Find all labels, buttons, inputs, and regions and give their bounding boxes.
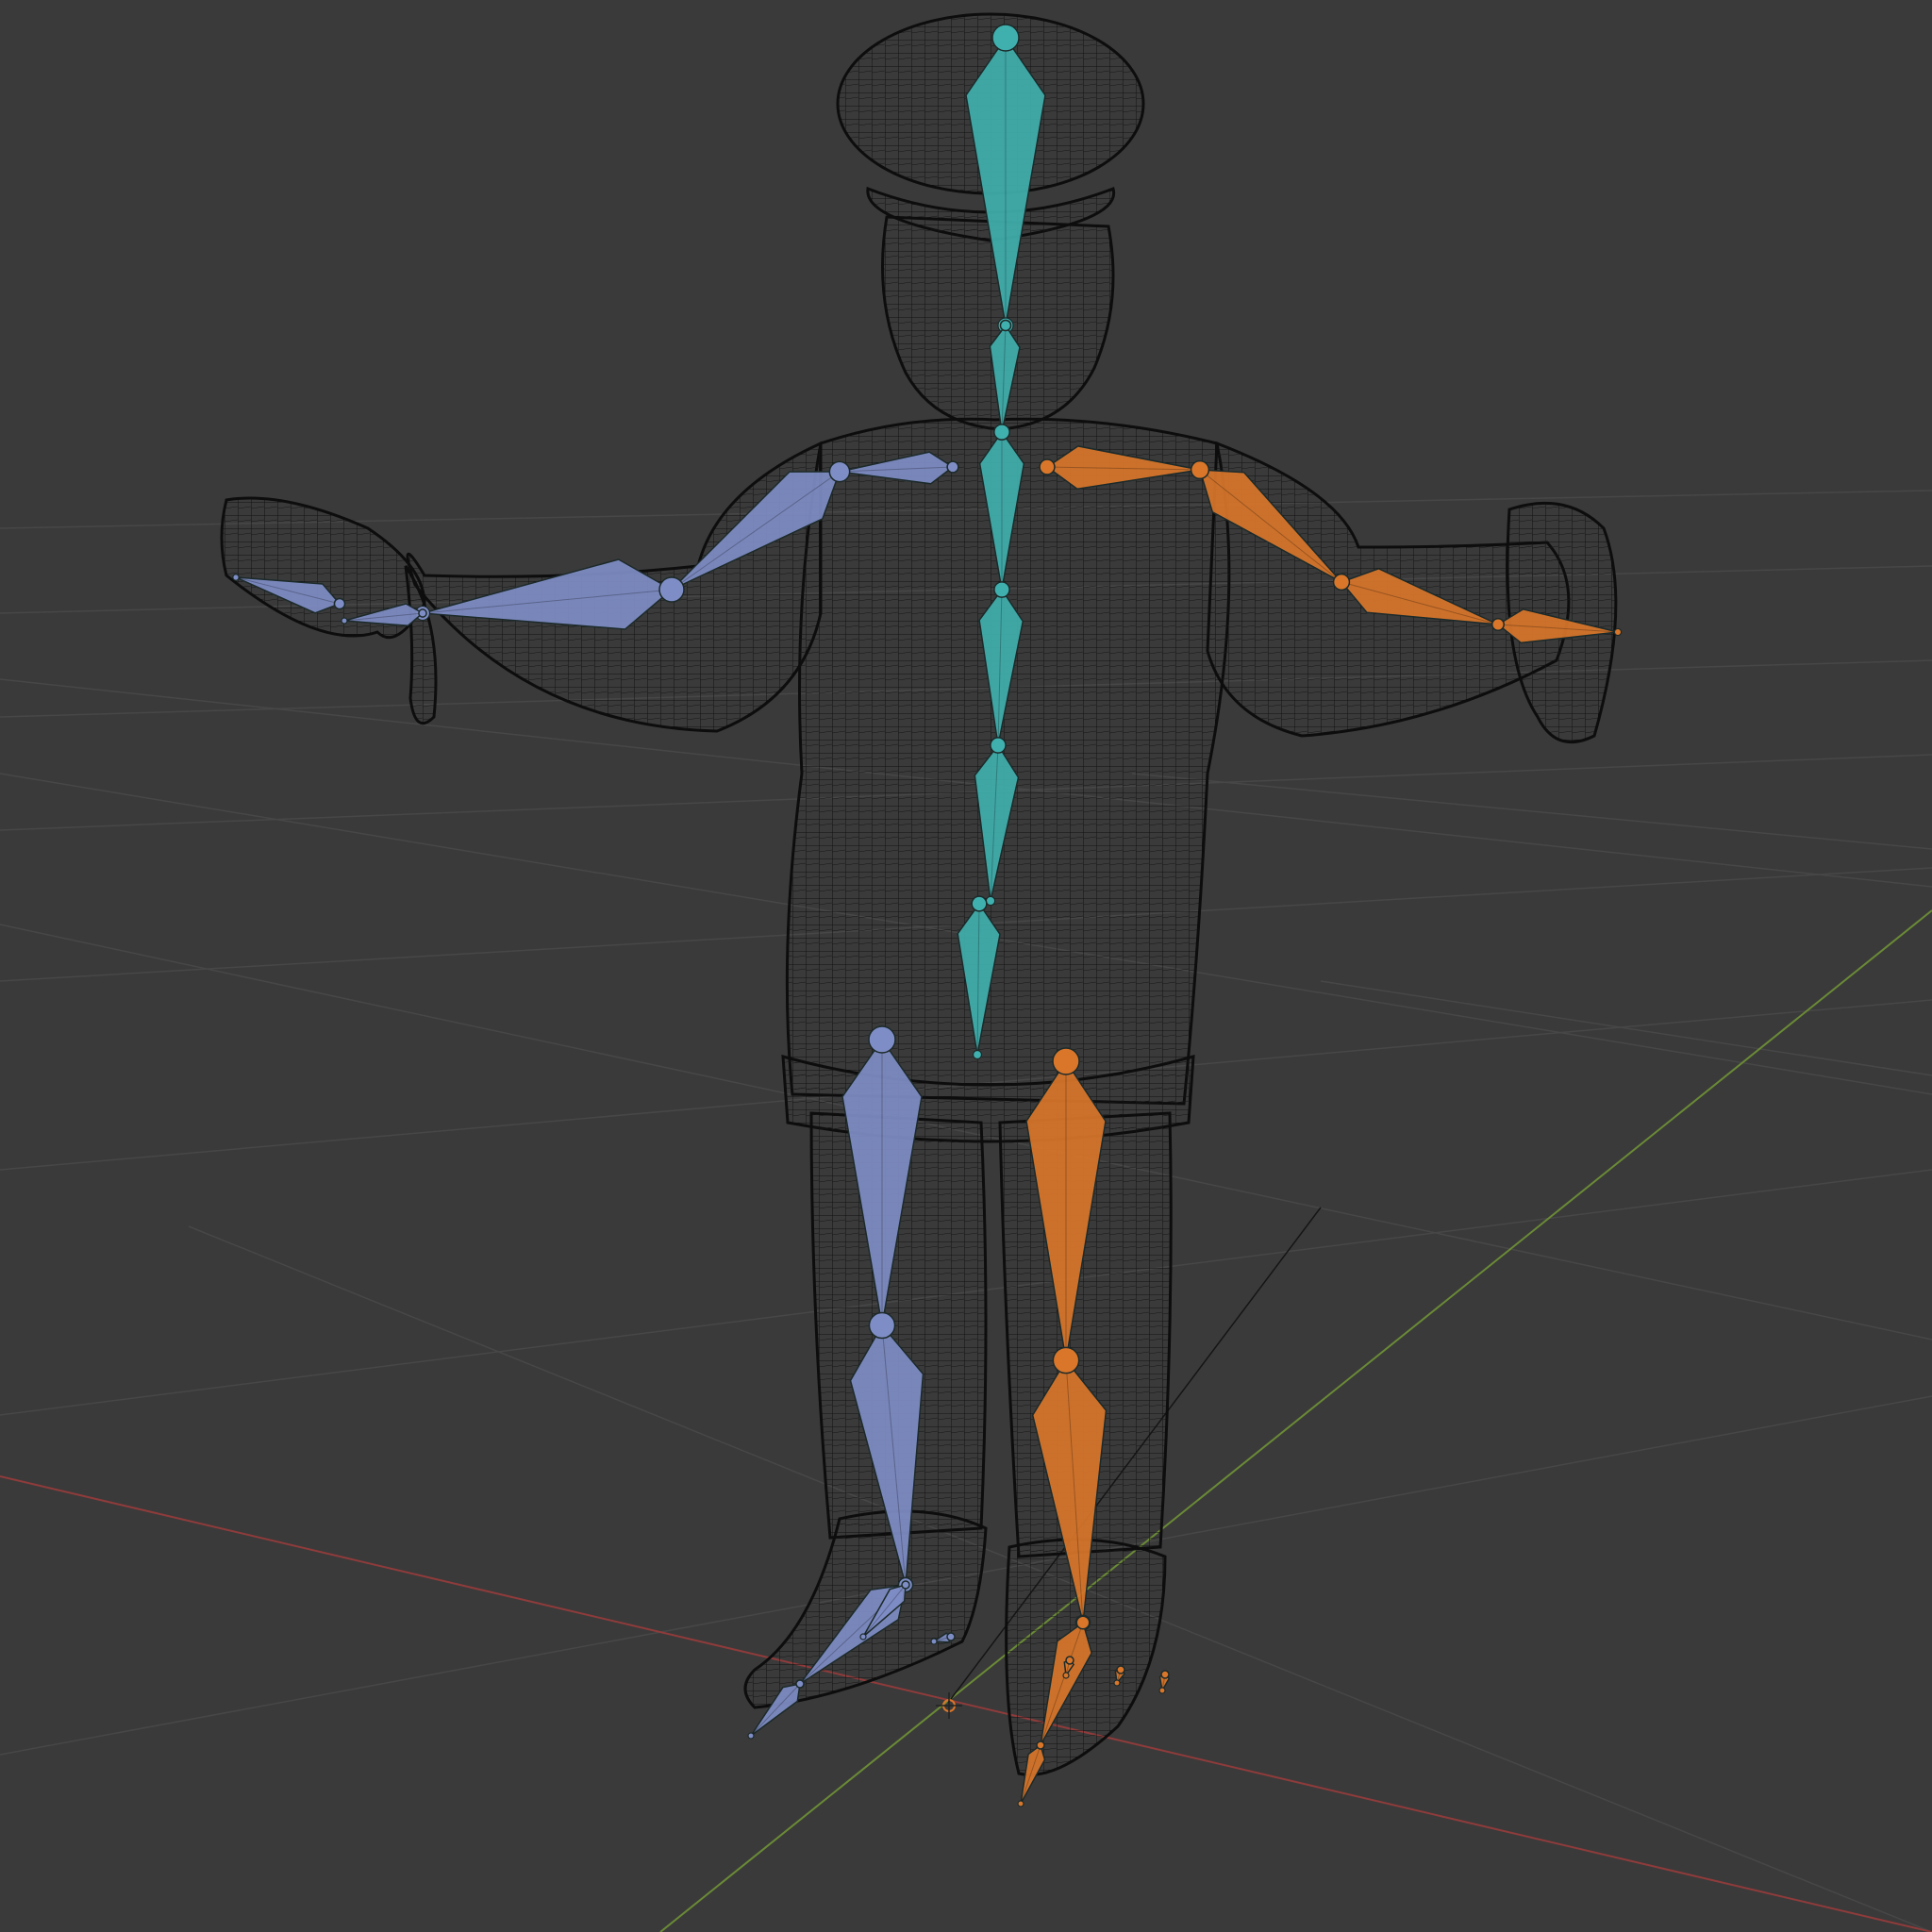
bone-joint-right-1[interactable] (1190, 459, 1210, 480)
bone-joint-right-9[interactable] (1116, 1665, 1125, 1674)
bone-joint-right-4[interactable] (1052, 1047, 1080, 1075)
character-mesh[interactable] (220, 12, 1618, 1776)
bone-joint-left-4[interactable] (333, 597, 346, 610)
bone-tip-center-4[interactable] (985, 895, 996, 907)
bone-tip-left-3[interactable] (341, 617, 348, 625)
bone-joint-left-6[interactable] (868, 1311, 896, 1340)
bone-joint-left-0[interactable] (946, 460, 959, 474)
bone-tip-left-10[interactable] (930, 1638, 938, 1645)
bone-joint-right-6[interactable] (1075, 1615, 1091, 1630)
bone-joint-left-1[interactable] (828, 460, 851, 483)
bone-tip-right-3[interactable] (1613, 627, 1623, 637)
bone-joint-left-2[interactable] (658, 576, 685, 603)
bone-tip-right-10[interactable] (1158, 1687, 1166, 1694)
bone-joint-right-2[interactable] (1332, 573, 1351, 591)
bone-tip-center-5[interactable] (972, 1049, 983, 1060)
bone-joint-left-10[interactable] (946, 1632, 956, 1641)
bone-joint-center-2[interactable] (993, 424, 1010, 441)
bone-tip-left-8[interactable] (747, 1732, 755, 1740)
bone-joint-left-8[interactable] (795, 1679, 805, 1689)
bone-joint-left-3[interactable] (418, 608, 427, 618)
bone-tip-right-8[interactable] (1062, 1672, 1070, 1679)
bone-joint-right-7[interactable] (1036, 1740, 1045, 1750)
bone-joint-left-5[interactable] (868, 1025, 896, 1054)
3d-viewport[interactable] (0, 0, 1932, 1932)
bone-joint-center-1[interactable] (999, 319, 1012, 332)
bone-joint-right-8[interactable] (1065, 1656, 1074, 1665)
bone-tip-right-7[interactable] (1017, 1800, 1024, 1807)
bone-joint-left-9[interactable] (901, 1580, 910, 1590)
viewport-canvas[interactable] (0, 0, 1932, 1932)
bone-joint-right-0[interactable] (1039, 458, 1056, 475)
bone-joint-right-10[interactable] (1160, 1670, 1170, 1679)
origin-marker (936, 1692, 962, 1719)
bone-joint-center-0[interactable] (991, 24, 1020, 52)
bone-tip-left-4[interactable] (232, 574, 240, 581)
bone-joint-center-5[interactable] (971, 895, 988, 912)
bone-tip-right-9[interactable] (1113, 1679, 1121, 1687)
bone-joint-right-5[interactable] (1052, 1346, 1080, 1374)
bone-joint-center-4[interactable] (990, 737, 1007, 754)
bone-joint-right-3[interactable] (1491, 618, 1505, 631)
bone-joint-center-3[interactable] (993, 581, 1010, 598)
bone-tip-left-9[interactable] (859, 1633, 867, 1641)
